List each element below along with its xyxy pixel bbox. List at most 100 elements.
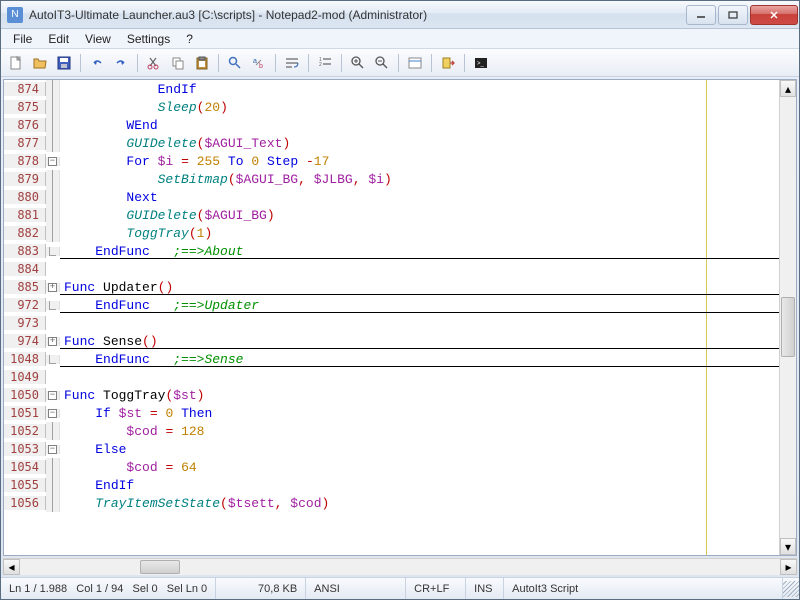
cut-button[interactable] (143, 52, 165, 74)
code-line[interactable]: 883 EndFunc ;==>About (4, 242, 779, 260)
fold-gutter[interactable] (46, 116, 60, 134)
menu-settings[interactable]: Settings (119, 30, 178, 48)
code-line[interactable]: 880 Next (4, 188, 779, 206)
fold-expand-icon[interactable]: + (48, 283, 57, 292)
code-line[interactable]: 876 WEnd (4, 116, 779, 134)
resize-grip[interactable] (783, 581, 799, 597)
fold-gutter[interactable] (46, 170, 60, 188)
code-line[interactable]: 972 EndFunc ;==>Updater (4, 296, 779, 314)
fold-gutter[interactable] (46, 80, 60, 98)
code-line[interactable]: 881 GUIDelete($AGUI_BG) (4, 206, 779, 224)
menu-file[interactable]: File (5, 30, 40, 48)
code-text[interactable]: Next (60, 190, 779, 205)
code-text[interactable]: WEnd (60, 118, 779, 133)
scroll-thumb-h[interactable] (140, 560, 180, 574)
fold-gutter[interactable] (46, 355, 60, 364)
code-text[interactable]: GUIDelete($AGUI_BG) (60, 208, 779, 223)
fold-gutter[interactable]: − (46, 409, 60, 418)
menu-edit[interactable]: Edit (40, 30, 77, 48)
status-ovr[interactable]: INS (466, 578, 504, 599)
titlebar[interactable]: N AutoIT3-Ultimate Launcher.au3 [C:\scri… (1, 1, 799, 29)
scroll-track-h[interactable] (20, 559, 780, 575)
maximize-button[interactable] (718, 5, 748, 25)
status-language[interactable]: AutoIt3 Script (504, 578, 783, 599)
code-line[interactable]: 878− For $i = 255 To 0 Step -17 (4, 152, 779, 170)
close-button[interactable] (750, 5, 798, 25)
zoom-out-button[interactable] (371, 52, 393, 74)
fold-collapse-icon[interactable]: − (48, 409, 57, 418)
code-text[interactable]: TrayItemSetState($tsett, $cod) (60, 496, 779, 511)
code-line[interactable]: 879 SetBitmap($AGUI_BG, $JLBG, $i) (4, 170, 779, 188)
fold-gutter[interactable] (46, 494, 60, 512)
zoom-in-button[interactable] (347, 52, 369, 74)
open-file-button[interactable] (29, 52, 51, 74)
code-text[interactable]: Else (60, 442, 779, 457)
fold-gutter[interactable] (46, 458, 60, 476)
fold-gutter[interactable]: − (46, 391, 60, 400)
code-text[interactable]: $cod = 128 (60, 424, 779, 439)
scroll-right-button[interactable]: ▸ (780, 559, 797, 575)
code-text[interactable]: EndIf (60, 82, 779, 97)
code-line[interactable]: 1052 $cod = 128 (4, 422, 779, 440)
fold-gutter[interactable] (46, 134, 60, 152)
scroll-left-button[interactable]: ◂ (3, 559, 20, 575)
fold-gutter[interactable] (46, 188, 60, 206)
code-line[interactable]: 1048 EndFunc ;==>Sense (4, 350, 779, 368)
code-line[interactable]: 1055 EndIf (4, 476, 779, 494)
code-line[interactable]: 884 (4, 260, 779, 278)
fold-gutter[interactable]: + (46, 283, 60, 292)
code-line[interactable]: 1053− Else (4, 440, 779, 458)
code-text[interactable]: EndFunc ;==>About (60, 244, 779, 259)
fold-gutter[interactable] (46, 476, 60, 494)
redo-button[interactable] (110, 52, 132, 74)
code-line[interactable]: 874 EndIf (4, 80, 779, 98)
fold-gutter[interactable] (46, 301, 60, 310)
scroll-down-button[interactable]: ▾ (780, 538, 796, 555)
fold-gutter[interactable] (46, 206, 60, 224)
code-line[interactable]: 973 (4, 314, 779, 332)
code-text[interactable]: If $st = 0 Then (60, 406, 779, 421)
code-line[interactable]: 1051− If $st = 0 Then (4, 404, 779, 422)
fold-gutter[interactable] (46, 422, 60, 440)
save-button[interactable] (53, 52, 75, 74)
code-text[interactable]: Func Sense() (60, 334, 779, 349)
code-line[interactable]: 1050−Func ToggTray($st) (4, 386, 779, 404)
find-button[interactable] (224, 52, 246, 74)
code-text[interactable]: Func ToggTray($st) (60, 388, 779, 403)
code-line[interactable]: 882 ToggTray(1) (4, 224, 779, 242)
undo-button[interactable] (86, 52, 108, 74)
status-eol[interactable]: CR+LF (406, 578, 466, 599)
code-line[interactable]: 1056 TrayItemSetState($tsett, $cod) (4, 494, 779, 512)
code-text[interactable]: Sleep(20) (60, 100, 779, 115)
console-button[interactable]: >_ (470, 52, 492, 74)
code-text[interactable]: SetBitmap($AGUI_BG, $JLBG, $i) (60, 172, 779, 187)
fold-expand-icon[interactable]: + (48, 337, 57, 346)
scroll-up-button[interactable]: ▴ (780, 80, 796, 97)
horizontal-scrollbar[interactable]: ◂ ▸ (3, 558, 797, 575)
wordwrap-button[interactable] (281, 52, 303, 74)
paste-button[interactable] (191, 52, 213, 74)
status-position[interactable]: Ln 1 / 1.988 Col 1 / 94 Sel 0 Sel Ln 0 (1, 578, 216, 599)
status-encoding[interactable]: ANSI (306, 578, 406, 599)
menu-help[interactable]: ? (178, 30, 201, 48)
code-line[interactable]: 1054 $cod = 64 (4, 458, 779, 476)
code-line[interactable]: 974+Func Sense() (4, 332, 779, 350)
code-text[interactable]: ToggTray(1) (60, 226, 779, 241)
fold-collapse-icon[interactable]: − (48, 391, 57, 400)
fold-gutter[interactable]: − (46, 157, 60, 166)
fold-gutter[interactable]: + (46, 337, 60, 346)
scheme-button[interactable] (404, 52, 426, 74)
code-line[interactable]: 875 Sleep(20) (4, 98, 779, 116)
replace-button[interactable]: ab (248, 52, 270, 74)
code-text[interactable]: EndIf (60, 478, 779, 493)
code-text[interactable]: For $i = 255 To 0 Step -17 (60, 154, 779, 169)
copy-button[interactable] (167, 52, 189, 74)
scroll-track[interactable] (780, 97, 796, 538)
fold-gutter[interactable] (46, 247, 60, 256)
linenum-button[interactable]: 12 (314, 52, 336, 74)
code-area[interactable]: 874 EndIf875 Sleep(20)876 WEnd877 GUIDel… (4, 80, 779, 555)
code-text[interactable]: EndFunc ;==>Updater (60, 298, 779, 313)
code-text[interactable]: GUIDelete($AGUI_Text) (60, 136, 779, 151)
new-file-button[interactable] (5, 52, 27, 74)
fold-collapse-icon[interactable]: − (48, 445, 57, 454)
